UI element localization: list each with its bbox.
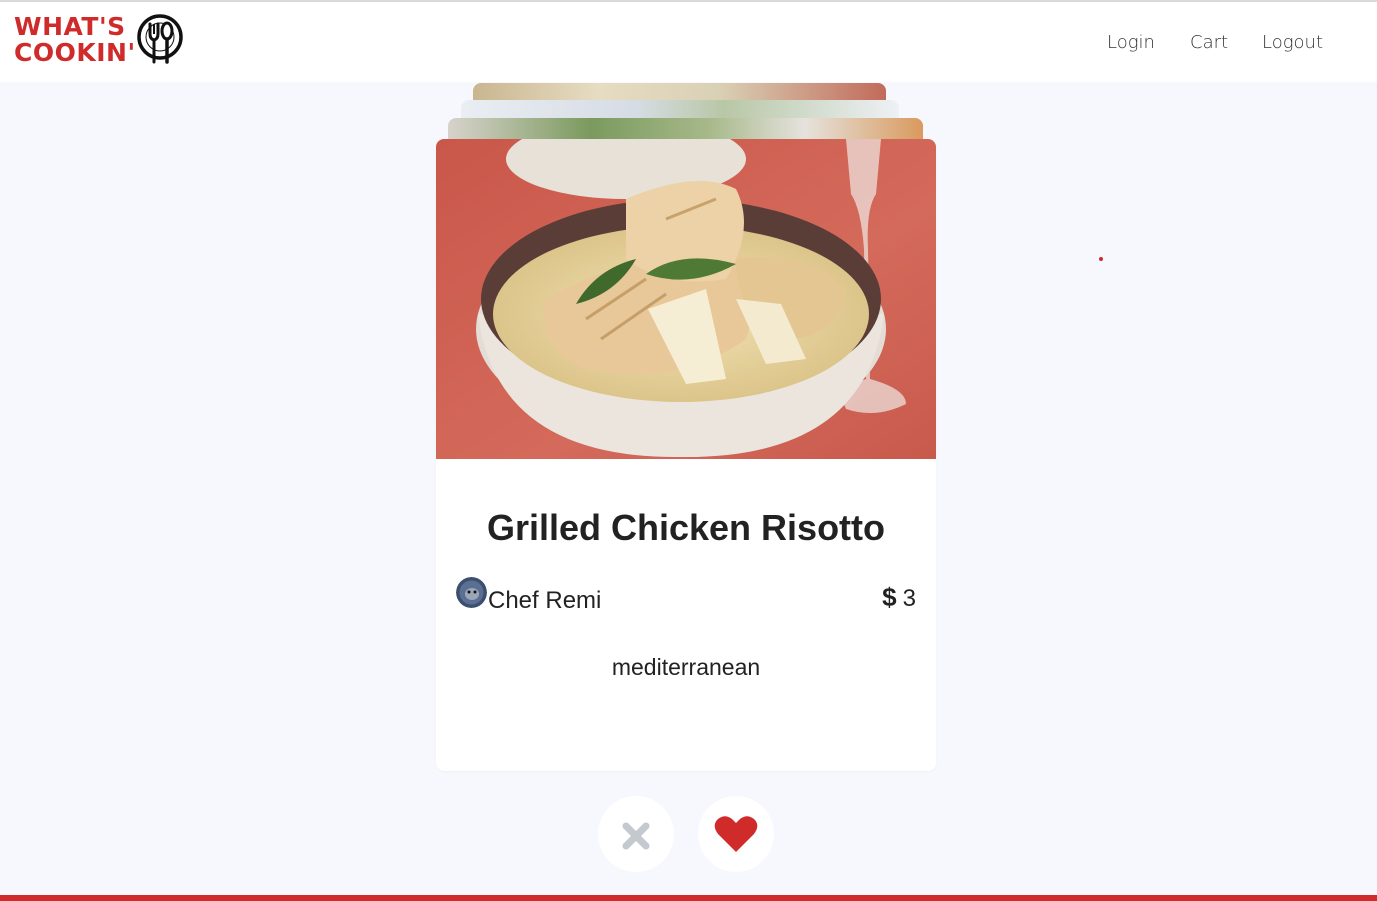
nav-cart-link[interactable]: Cart [1190, 32, 1228, 53]
close-icon [622, 822, 650, 850]
recipe-title: Grilled Chicken Risotto [486, 507, 886, 548]
recipe-card[interactable]: Grilled Chicken Risotto Chef Remi $3 med… [436, 139, 936, 771]
recipe-price: $3 [882, 582, 916, 613]
logo-wordmark: WHAT'S COOKIN' [14, 14, 136, 66]
dollar-icon: $ [882, 582, 897, 612]
decorative-dot [1099, 257, 1103, 261]
dislike-button[interactable] [598, 796, 674, 872]
chef-avatar-icon [456, 577, 487, 608]
plate-utensils-icon [137, 14, 183, 64]
risotto-bowl-photo-icon [436, 139, 936, 459]
heart-icon [714, 816, 758, 852]
nav-logout-link[interactable]: Logout [1262, 32, 1323, 53]
like-button[interactable] [698, 796, 774, 872]
nav-login-link[interactable]: Login [1107, 32, 1155, 53]
footer-accent-bar [0, 895, 1377, 901]
price-value: 3 [902, 585, 916, 612]
cuisine-tag: mediterranean [611, 654, 761, 680]
chef-name[interactable]: Chef Remi [488, 587, 601, 615]
brand-logo[interactable]: WHAT'S COOKIN' [12, 12, 187, 72]
chef-avatar [456, 577, 487, 608]
logo-line-2: COOKIN' [14, 38, 136, 67]
logo-line-1: WHAT'S [14, 12, 126, 41]
navbar: WHAT'S COOKIN' Login Cart Logout [0, 2, 1377, 82]
